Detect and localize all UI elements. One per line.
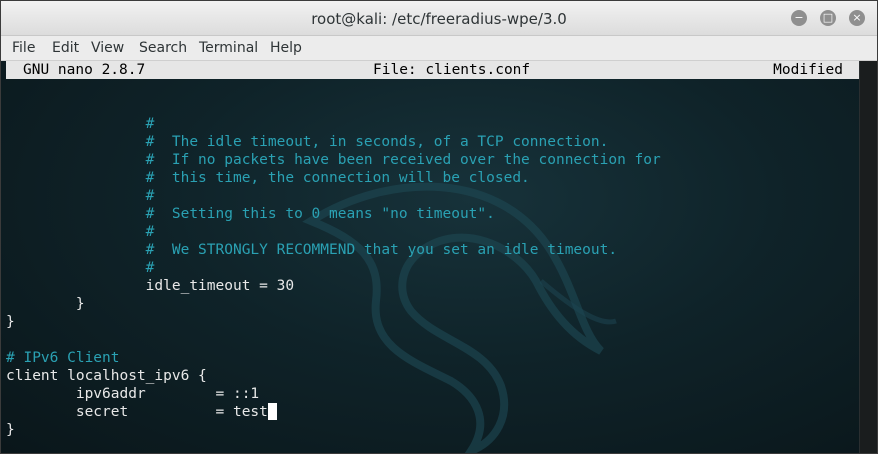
editor-line: # bbox=[6, 188, 155, 204]
editor-line: # bbox=[6, 116, 155, 132]
editor-line: # Setting this to 0 means "no timeout". bbox=[6, 206, 495, 222]
window-title: root@kali: /etc/freeradius-wpe/3.0 bbox=[311, 10, 567, 28]
text-cursor bbox=[267, 403, 277, 420]
editor-line: # We STRONGLY RECOMMEND that you set an … bbox=[6, 242, 618, 258]
terminal-window: root@kali: /etc/freeradius-wpe/3.0 − □ ×… bbox=[0, 0, 878, 454]
terminal-area[interactable]: GNU nano 2.8.7 File: clients.conf Modifi… bbox=[1, 61, 861, 453]
editor-line: # bbox=[6, 224, 155, 240]
terminal-scrollbar[interactable] bbox=[859, 61, 877, 453]
editor-line: client localhost_ipv6 { bbox=[6, 368, 207, 384]
menu-view[interactable]: View bbox=[91, 36, 124, 60]
editor-line-with-cursor: secret = test bbox=[6, 403, 277, 421]
editor-line: } bbox=[6, 422, 15, 438]
close-button[interactable]: × bbox=[849, 10, 865, 26]
nano-header-bar: GNU nano 2.8.7 File: clients.conf Modifi… bbox=[6, 61, 859, 79]
editor-line-text: secret = test bbox=[6, 404, 268, 420]
minimize-button[interactable]: − bbox=[791, 10, 807, 26]
nano-filename: File: clients.conf bbox=[373, 62, 531, 78]
menu-edit[interactable]: Edit bbox=[52, 36, 79, 60]
editor-line: # IPv6 Client bbox=[6, 350, 120, 366]
editor-line: # The idle timeout, in seconds, of a TCP… bbox=[6, 134, 609, 150]
editor-line: idle_timeout = 30 bbox=[6, 278, 295, 294]
menu-help[interactable]: Help bbox=[270, 36, 302, 60]
nano-modified-status: Modified bbox=[773, 62, 843, 78]
nano-version: GNU nano 2.8.7 bbox=[23, 62, 146, 78]
menu-file[interactable]: File bbox=[12, 36, 35, 60]
menu-bar: File Edit View Search Terminal Help bbox=[1, 36, 877, 61]
editor-line: } bbox=[6, 314, 15, 330]
menu-search[interactable]: Search bbox=[139, 36, 187, 60]
editor-line: # If no packets have been received over … bbox=[6, 152, 661, 168]
title-bar[interactable]: root@kali: /etc/freeradius-wpe/3.0 − □ × bbox=[1, 1, 877, 36]
menu-terminal[interactable]: Terminal bbox=[199, 36, 258, 60]
maximize-button[interactable]: □ bbox=[820, 10, 836, 26]
editor-line: ipv6addr = ::1 bbox=[6, 386, 260, 402]
editor-line: # bbox=[6, 260, 155, 276]
editor-line: } bbox=[6, 296, 85, 312]
editor-line: # this time, the connection will be clos… bbox=[6, 170, 530, 186]
